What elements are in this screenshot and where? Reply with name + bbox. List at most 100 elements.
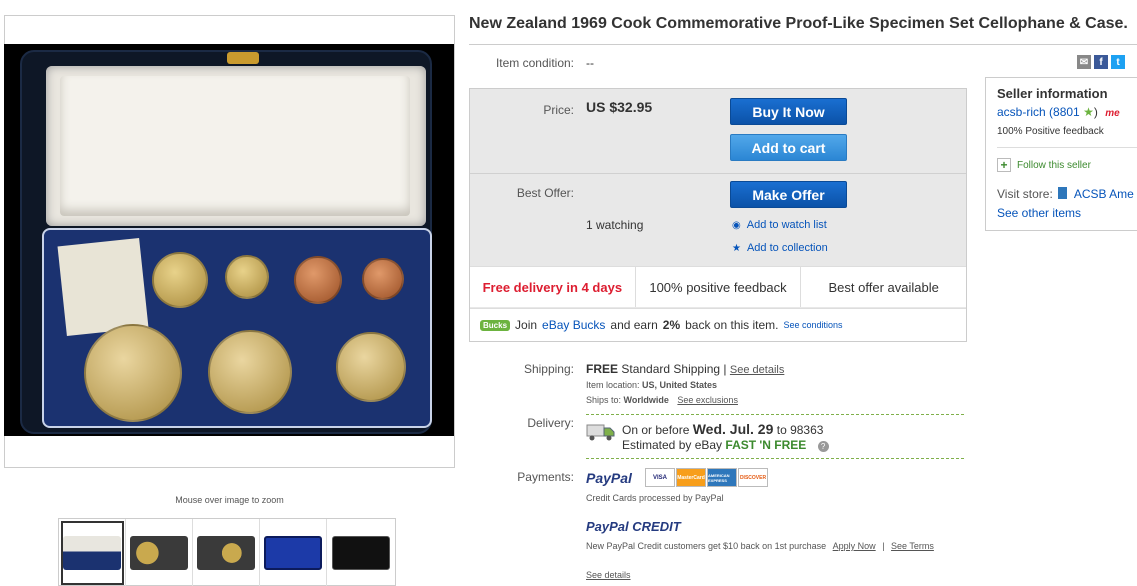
zoom-caption: Mouse over image to zoom: [175, 495, 284, 505]
badge-best-offer: Best offer available: [828, 279, 939, 295]
collection-label: Add to collection: [746, 242, 828, 254]
ships-to: Ships to: Worldwide See exclusions: [586, 395, 738, 405]
amex-logo: AMERICAN EXPRESS: [707, 468, 737, 487]
bucks-post: back on this item.: [685, 318, 779, 332]
ebay-bucks-row: Bucks Join eBay Bucks and earn 2% back o…: [470, 308, 966, 341]
apply-now-link[interactable]: Apply Now: [833, 541, 876, 551]
add-to-collection-link[interactable]: ★ Add to collection: [732, 242, 828, 254]
listing-title: New Zealand 1969 Cook Commemorative Proo…: [469, 15, 1128, 32]
main-product-image[interactable]: [4, 44, 454, 436]
bucks-mid: and earn: [610, 318, 658, 332]
follow-label: Follow this seller: [1017, 159, 1091, 171]
payments-label: Payments:: [517, 470, 574, 484]
share-icons: ✉ f t: [1077, 55, 1125, 69]
coin: [336, 332, 406, 402]
delivery-zip: to 98363: [776, 423, 824, 437]
delivery-pre: On or before: [622, 423, 690, 437]
see-terms-link[interactable]: See Terms: [891, 541, 934, 551]
coin: [362, 258, 404, 300]
twitter-icon[interactable]: t: [1111, 55, 1125, 69]
thumbnail-5[interactable]: [327, 519, 394, 586]
coin: [152, 252, 208, 308]
follow-seller-link[interactable]: + Follow this seller: [997, 158, 1091, 172]
help-icon[interactable]: ?: [817, 441, 829, 452]
add-to-watch-list-link[interactable]: ◉ Add to watch list: [732, 219, 827, 231]
condition-value: --: [586, 56, 594, 70]
seller-info-box: Seller information acsb-rich (8801 ★) me…: [985, 77, 1137, 231]
delivery-divider-bottom: [586, 458, 964, 459]
item-location-label: Item location:: [586, 380, 640, 390]
bucks-pre: Join: [515, 318, 538, 332]
thumbnail-4[interactable]: [260, 519, 327, 586]
me-badge[interactable]: me: [1105, 108, 1119, 119]
mastercard-logo: MasterCard: [676, 468, 706, 487]
star-icon: ★: [732, 242, 741, 254]
watching-count: 1 watching: [586, 218, 644, 232]
seller-name-link[interactable]: acsb-rich: [997, 105, 1046, 119]
follow-plus-icon: +: [997, 158, 1011, 172]
shipping-free: FREE: [586, 362, 619, 376]
feedback-star-icon: ★: [1083, 105, 1094, 119]
ships-to-label: Ships to:: [586, 395, 622, 405]
visit-store-row: Visit store: ACSB Ame: [997, 187, 1134, 201]
delivery-label: Delivery:: [527, 416, 574, 430]
paypal-credit-text: New PayPal Credit customers get $10 back…: [586, 541, 934, 551]
delivery-date: On or before Wed. Jul. 29 to 98363: [622, 421, 823, 437]
coin: [225, 255, 269, 299]
coin: [208, 330, 292, 414]
delivery-estimate: Estimated by eBay FAST 'N FREE ?: [622, 438, 829, 452]
seller-feedback: 100% Positive feedback: [997, 126, 1104, 137]
thumbnail-strip: [58, 518, 396, 586]
coin: [84, 324, 182, 422]
see-other-items-link[interactable]: See other items: [997, 206, 1081, 220]
store-link[interactable]: ACSB Ame: [1074, 187, 1134, 201]
case-image: [20, 50, 432, 434]
certificate-card: [57, 237, 149, 337]
bucks-pct: 2%: [662, 318, 681, 332]
add-to-cart-button[interactable]: Add to cart: [730, 134, 847, 161]
case-latch: [227, 52, 259, 64]
badge-positive-feedback: 100% positive feedback: [636, 267, 802, 307]
delivery-estimated: Estimated by eBay: [622, 438, 723, 452]
buy-box-divider: [470, 173, 966, 174]
ebay-bucks-link[interactable]: eBay Bucks: [542, 318, 605, 332]
bucks-logo: Bucks: [480, 319, 511, 331]
title-divider: [469, 44, 1137, 45]
paypal-logo: PayPal: [586, 470, 632, 486]
see-conditions-link[interactable]: See conditions: [784, 320, 843, 330]
visit-store-label: Visit store:: [997, 187, 1053, 201]
condition-label: Item condition:: [495, 56, 574, 70]
coin: [294, 256, 342, 304]
best-offer-label: Best Offer:: [516, 186, 574, 200]
item-location-value: US, United States: [642, 380, 718, 390]
make-offer-button[interactable]: Make Offer: [730, 181, 847, 208]
buy-it-now-button[interactable]: Buy It Now: [730, 98, 847, 125]
shipping-summary: FREE Standard Shipping | See details: [586, 362, 784, 376]
thumbnail-1[interactable]: [59, 519, 126, 586]
shipping-method: Standard Shipping |: [621, 362, 727, 376]
facebook-icon[interactable]: f: [1094, 55, 1108, 69]
shipping-details-link[interactable]: See details: [730, 364, 784, 376]
paypal-credit-logo: PayPal CREDIT: [586, 519, 681, 534]
seller-score-close: ): [1093, 105, 1098, 119]
credit-separator: |: [882, 541, 885, 551]
badges-row: Free delivery in 4 days 100% positive fe…: [470, 266, 966, 307]
item-location: Item location: US, United States: [586, 380, 717, 390]
discover-logo: DISCOVER: [738, 468, 768, 487]
price-label: Price:: [543, 103, 574, 117]
see-exclusions-link[interactable]: See exclusions: [677, 395, 738, 405]
watch-list-label: Add to watch list: [746, 219, 827, 231]
thumbnail-3[interactable]: [193, 519, 260, 586]
price-value: US $32.95: [586, 99, 653, 115]
thumbnail-2[interactable]: [126, 519, 193, 586]
ships-to-value: Worldwide: [623, 395, 669, 405]
shipping-label: Shipping:: [523, 362, 574, 376]
cards-processed: Credit Cards processed by PayPal: [586, 493, 724, 503]
fast-n-free: FAST 'N FREE: [725, 438, 807, 452]
payments-see-details-link[interactable]: See details: [586, 570, 631, 580]
delivery-date-value: Wed. Jul. 29: [692, 421, 774, 437]
store-icon: [1058, 187, 1068, 199]
truck-icon: [586, 422, 616, 442]
seller-score[interactable]: (8801: [1049, 105, 1080, 119]
email-icon[interactable]: ✉: [1077, 55, 1091, 69]
